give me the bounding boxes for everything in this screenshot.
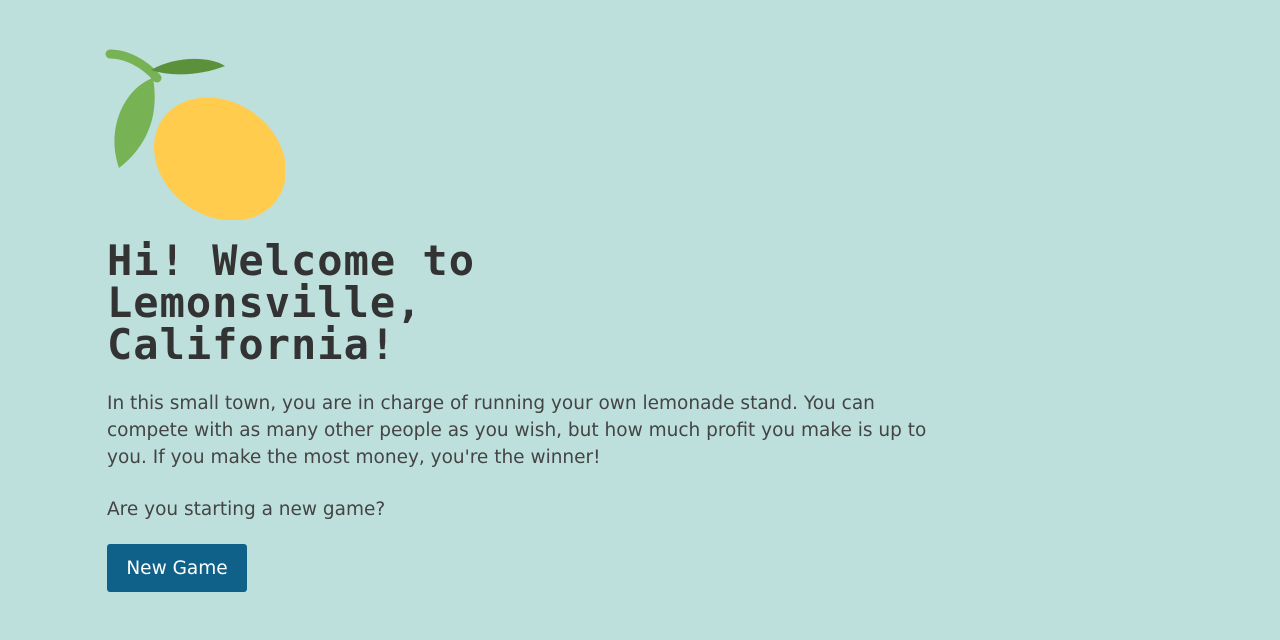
lemon-icon — [105, 48, 287, 221]
welcome-title: Hi! Welcome to Lemonsville, California! — [107, 236, 476, 369]
new-game-button[interactable]: New Game — [107, 544, 247, 592]
intro-text: In this small town, you are in charge of… — [107, 393, 927, 468]
new-game-prompt: Are you starting a new game? — [107, 499, 386, 520]
